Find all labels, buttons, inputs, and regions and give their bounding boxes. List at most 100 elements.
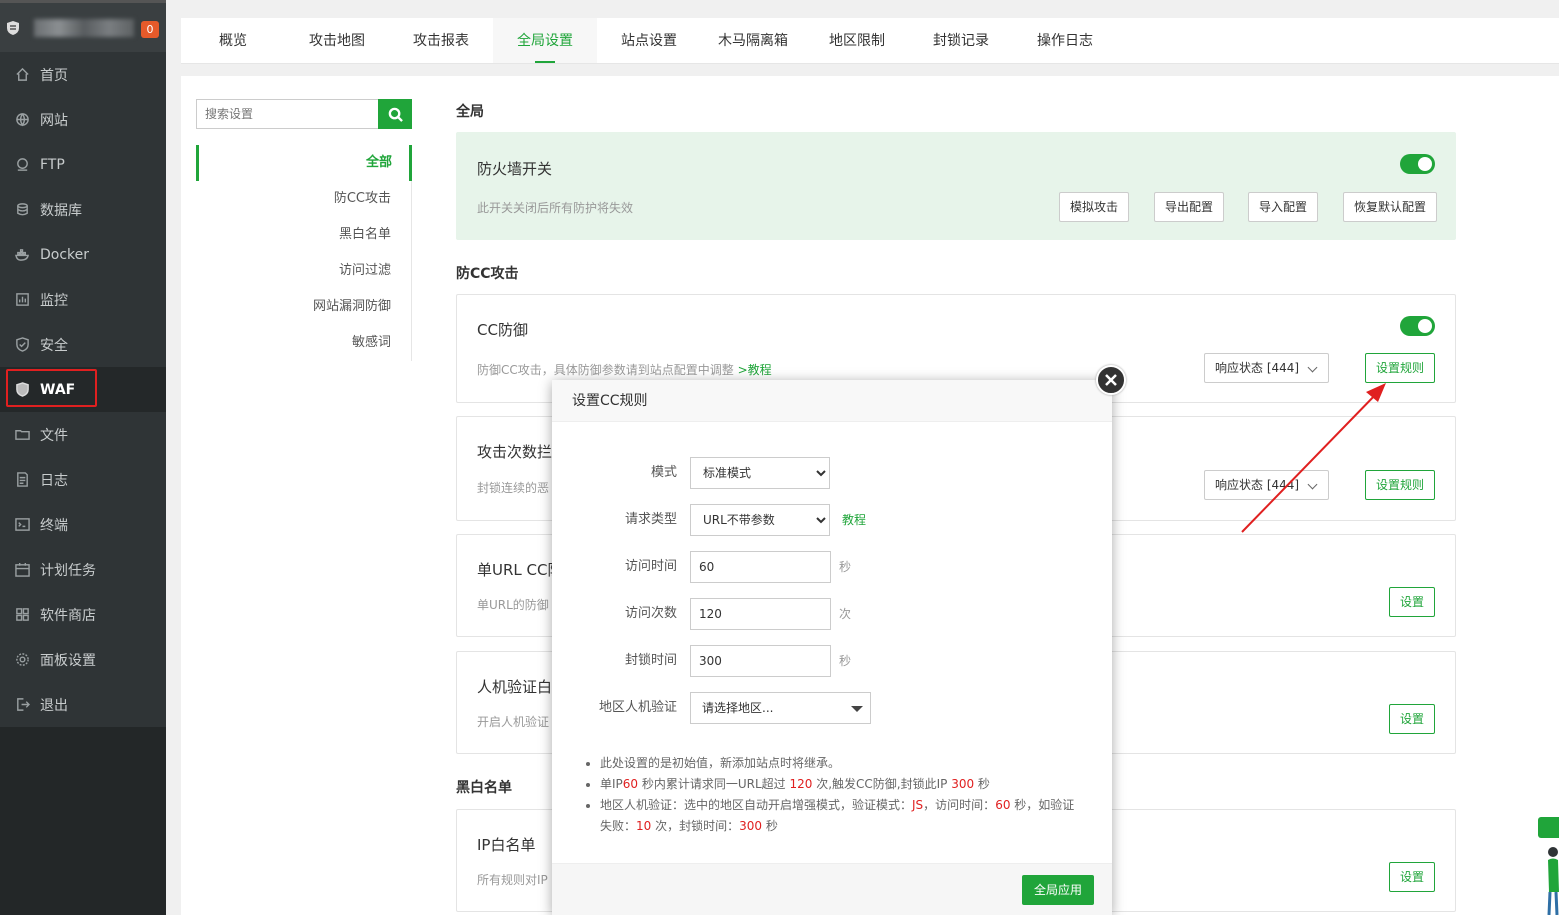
mode-select[interactable]: 标准模式 <box>690 457 830 489</box>
search-input[interactable] <box>196 99 378 129</box>
request-type-select[interactable]: URL不带参数 <box>690 504 830 536</box>
cc-response-status-select[interactable]: 响应状态 [444] <box>1204 353 1329 383</box>
sidebar-item-store[interactable]: 软件商店 <box>0 592 166 637</box>
note-text: 地区人机验证：选中的地区自动开启增强模式，验证模式： <box>600 798 913 812</box>
human-verify-title: 人机验证白 <box>477 678 553 696</box>
tab-global-settings[interactable]: 全局设置 <box>493 18 597 63</box>
cc-tutorial-link[interactable]: >教程 <box>738 363 772 377</box>
sidebar-item-docker[interactable]: Docker <box>0 232 166 277</box>
sidebar-item-cron[interactable]: 计划任务 <box>0 547 166 592</box>
ip-whitelist-title: IP白名单 <box>477 836 536 854</box>
waf-shield-icon <box>14 382 30 398</box>
sidebar-item-label: 面板设置 <box>40 652 96 669</box>
attack-set-rule-button[interactable]: 设置规则 <box>1365 470 1436 500</box>
simulate-attack-button[interactable]: 模拟攻击 <box>1059 192 1130 222</box>
note-value: 300 <box>739 819 763 833</box>
note-text: 次,触发CC防御,封锁此IP <box>812 777 952 791</box>
apps-icon <box>14 607 30 623</box>
tab-overview[interactable]: 概览 <box>181 18 285 63</box>
request-type-tutorial-link[interactable]: 教程 <box>842 504 866 536</box>
sidebar-item-label: 软件商店 <box>40 607 96 624</box>
menu-item-all[interactable]: 全部 <box>196 145 412 181</box>
note-item: 地区人机验证：选中的地区自动开启增强模式，验证模式：JS，访问时间：60 秒，如… <box>600 795 1086 837</box>
globe-icon <box>14 112 30 128</box>
cc-set-rule-button[interactable]: 设置规则 <box>1365 353 1436 383</box>
settings-search <box>196 99 412 129</box>
note-text: 秒 <box>974 777 990 791</box>
ip-whitelist-set-button[interactable]: 设置 <box>1389 862 1436 892</box>
region-select[interactable]: 请选择地区... <box>690 692 871 724</box>
note-text: ，访问时间： <box>923 798 996 812</box>
tab-site-settings[interactable]: 站点设置 <box>597 18 701 63</box>
apply-global-button[interactable]: 全局应用 <box>1021 875 1094 905</box>
import-config-button[interactable]: 导入配置 <box>1248 192 1319 222</box>
terminal-icon <box>14 517 30 533</box>
access-count-input[interactable] <box>690 598 831 630</box>
menu-item-sensitive-words[interactable]: 敏感词 <box>196 325 411 361</box>
sidebar-item-home[interactable]: 首页 <box>0 52 166 97</box>
cc-defense-title: CC防御 <box>477 321 528 339</box>
section-title-blackwhite: 黑白名单 <box>456 780 512 796</box>
menu-item-vuln-defense[interactable]: 网站漏洞防御 <box>196 289 411 325</box>
sidebar-item-ftp[interactable]: FTP <box>0 142 166 187</box>
sidebar-item-label: 文件 <box>40 427 68 444</box>
sidebar-item-waf[interactable]: WAF <box>0 367 166 412</box>
rule-notes: 此处设置的是初始值，新添加站点时将继承。 单IP60 秒内累计请求同一URL超过… <box>586 753 1086 837</box>
folder-icon <box>14 427 30 443</box>
tab-block-records[interactable]: 封锁记录 <box>909 18 1013 63</box>
firewall-toggle[interactable] <box>1400 154 1435 174</box>
calendar-icon <box>14 562 30 578</box>
block-time-input[interactable] <box>690 645 831 677</box>
url-cc-desc: 单URL的防御 <box>477 598 549 612</box>
attack-response-status-select[interactable]: 响应状态 [444] <box>1204 470 1329 500</box>
customer-service-figure-icon <box>1547 847 1559 915</box>
sidebar-item-label: 安全 <box>40 337 68 354</box>
url-cc-title: 单URL CC防 <box>477 561 563 579</box>
menu-item-cc[interactable]: 防CC攻击 <box>196 181 411 217</box>
note-item: 单IP60 秒内累计请求同一URL超过 120 次,触发CC防御,封锁此IP 3… <box>600 774 1086 795</box>
database-icon <box>14 202 30 218</box>
sidebar-bottom <box>0 727 166 915</box>
export-config-button[interactable]: 导出配置 <box>1154 192 1225 222</box>
sidebar-item-logs[interactable]: 日志 <box>0 457 166 502</box>
tab-attack-report[interactable]: 攻击报表 <box>389 18 493 63</box>
sidebar-item-website[interactable]: 网站 <box>0 97 166 142</box>
search-button[interactable] <box>378 99 412 129</box>
cc-rule-dialog: 设置CC规则 模式 标准模式 请求类型 URL不带参数 教程 访问时间 秒 访问… <box>552 365 1126 915</box>
monitor-icon <box>14 292 30 308</box>
sidebar-item-terminal[interactable]: 终端 <box>0 502 166 547</box>
sidebar-item-database[interactable]: 数据库 <box>0 187 166 232</box>
access-time-label: 访问时间 <box>624 559 677 574</box>
access-time-input[interactable] <box>690 551 831 583</box>
notification-badge[interactable]: 0 <box>141 21 159 38</box>
menu-item-label: 全部 <box>365 155 392 170</box>
restore-default-button[interactable]: 恢复默认配置 <box>1343 192 1438 222</box>
note-value: 120 <box>789 777 813 791</box>
home-icon <box>14 67 30 83</box>
sidebar-item-monitor[interactable]: 监控 <box>0 277 166 322</box>
block-time-row: 封锁时间 秒 <box>552 645 1112 677</box>
sidebar-item-security[interactable]: 安全 <box>0 322 166 367</box>
floating-chat-button[interactable] <box>1538 817 1559 838</box>
human-verify-set-button[interactable]: 设置 <box>1389 704 1436 734</box>
sidebar-item-files[interactable]: 文件 <box>0 412 166 457</box>
tab-region-limit[interactable]: 地区限制 <box>805 18 909 63</box>
firewall-card: 防火墙开关 此开关关闭后所有防护将失效 模拟攻击 导出配置 导入配置 恢复默认配… <box>456 132 1456 240</box>
cc-defense-toggle[interactable] <box>1400 316 1435 336</box>
tab-operation-log[interactable]: 操作日志 <box>1013 18 1117 63</box>
dialog-close-button[interactable] <box>1096 365 1126 395</box>
access-time-unit: 秒 <box>839 560 852 574</box>
menu-item-blackwhite[interactable]: 黑白名单 <box>196 217 411 253</box>
sidebar-item-settings[interactable]: 面板设置 <box>0 637 166 682</box>
search-icon <box>388 107 403 122</box>
sidebar-item-logout[interactable]: 退出 <box>0 682 166 727</box>
section-title-global: 全局 <box>456 104 484 120</box>
menu-item-access-filter[interactable]: 访问过滤 <box>196 253 411 289</box>
url-cc-set-button[interactable]: 设置 <box>1389 587 1436 617</box>
tab-trojan-quarantine[interactable]: 木马隔离箱 <box>701 18 805 63</box>
logout-icon <box>14 697 30 713</box>
sidebar-item-label: 首页 <box>40 67 68 84</box>
dialog-title: 设置CC规则 <box>552 380 1112 422</box>
region-verify-label: 地区人机验证 <box>598 700 677 715</box>
tab-attack-map[interactable]: 攻击地图 <box>285 18 389 63</box>
